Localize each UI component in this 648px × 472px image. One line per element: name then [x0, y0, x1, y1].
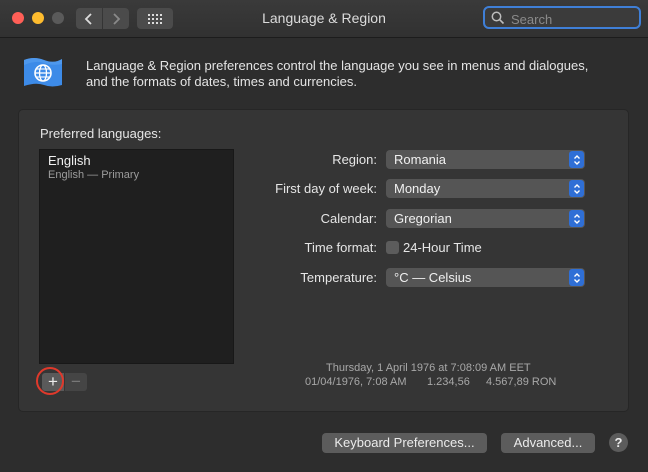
sample-full-date: Thursday, 1 April 1976 at 7:08:09 AM EET [326, 362, 531, 374]
first-day-label: First day of week: [275, 181, 377, 196]
pane-description: Language & Region preferences control th… [86, 58, 626, 90]
24-hour-checkbox[interactable] [386, 241, 399, 254]
highlight-circle [36, 367, 64, 395]
advanced-button[interactable]: Advanced... [501, 433, 595, 453]
sample-currency: 4.567,89 RON [486, 376, 557, 388]
region-label: Region: [332, 152, 377, 167]
first-day-select[interactable]: Monday [386, 179, 585, 198]
language-name: English [48, 153, 91, 168]
calendar-value: Gregorian [394, 211, 452, 226]
region-select[interactable]: Romania [386, 150, 585, 169]
24-hour-checkbox-label[interactable]: 24-Hour Time [403, 240, 482, 255]
region-value: Romania [394, 152, 447, 167]
sample-short-date: 01/04/1976, 7:08 AM [305, 376, 407, 388]
updown-chevron-icon [569, 269, 584, 286]
calendar-select[interactable]: Gregorian [386, 209, 585, 228]
updown-chevron-icon [569, 210, 584, 227]
calendar-label: Calendar: [320, 211, 377, 226]
preferred-languages-label: Preferred languages: [40, 126, 162, 141]
sample-number: 1.234,56 [427, 376, 470, 388]
updown-chevron-icon [569, 151, 584, 168]
updown-chevron-icon [569, 180, 584, 197]
help-button[interactable]: ? [609, 433, 628, 452]
description-line-2: and the formats of dates, times and curr… [86, 74, 357, 89]
time-format-label: Time format: [304, 240, 377, 255]
search-input[interactable] [509, 10, 637, 28]
flag-globe-icon [24, 58, 62, 87]
title-bar: Language & Region [0, 0, 648, 38]
search-field[interactable] [483, 6, 641, 29]
temperature-label: Temperature: [300, 270, 377, 285]
description-line-1: Language & Region preferences control th… [86, 58, 589, 73]
temperature-value: °C — Celsius [394, 270, 472, 285]
language-detail: English — Primary [48, 169, 140, 181]
keyboard-preferences-button[interactable]: Keyboard Preferences... [322, 433, 487, 453]
temperature-select[interactable]: °C — Celsius [386, 268, 585, 287]
remove-language-button[interactable]: − [65, 373, 87, 391]
first-day-value: Monday [394, 181, 441, 196]
search-icon [491, 11, 505, 25]
